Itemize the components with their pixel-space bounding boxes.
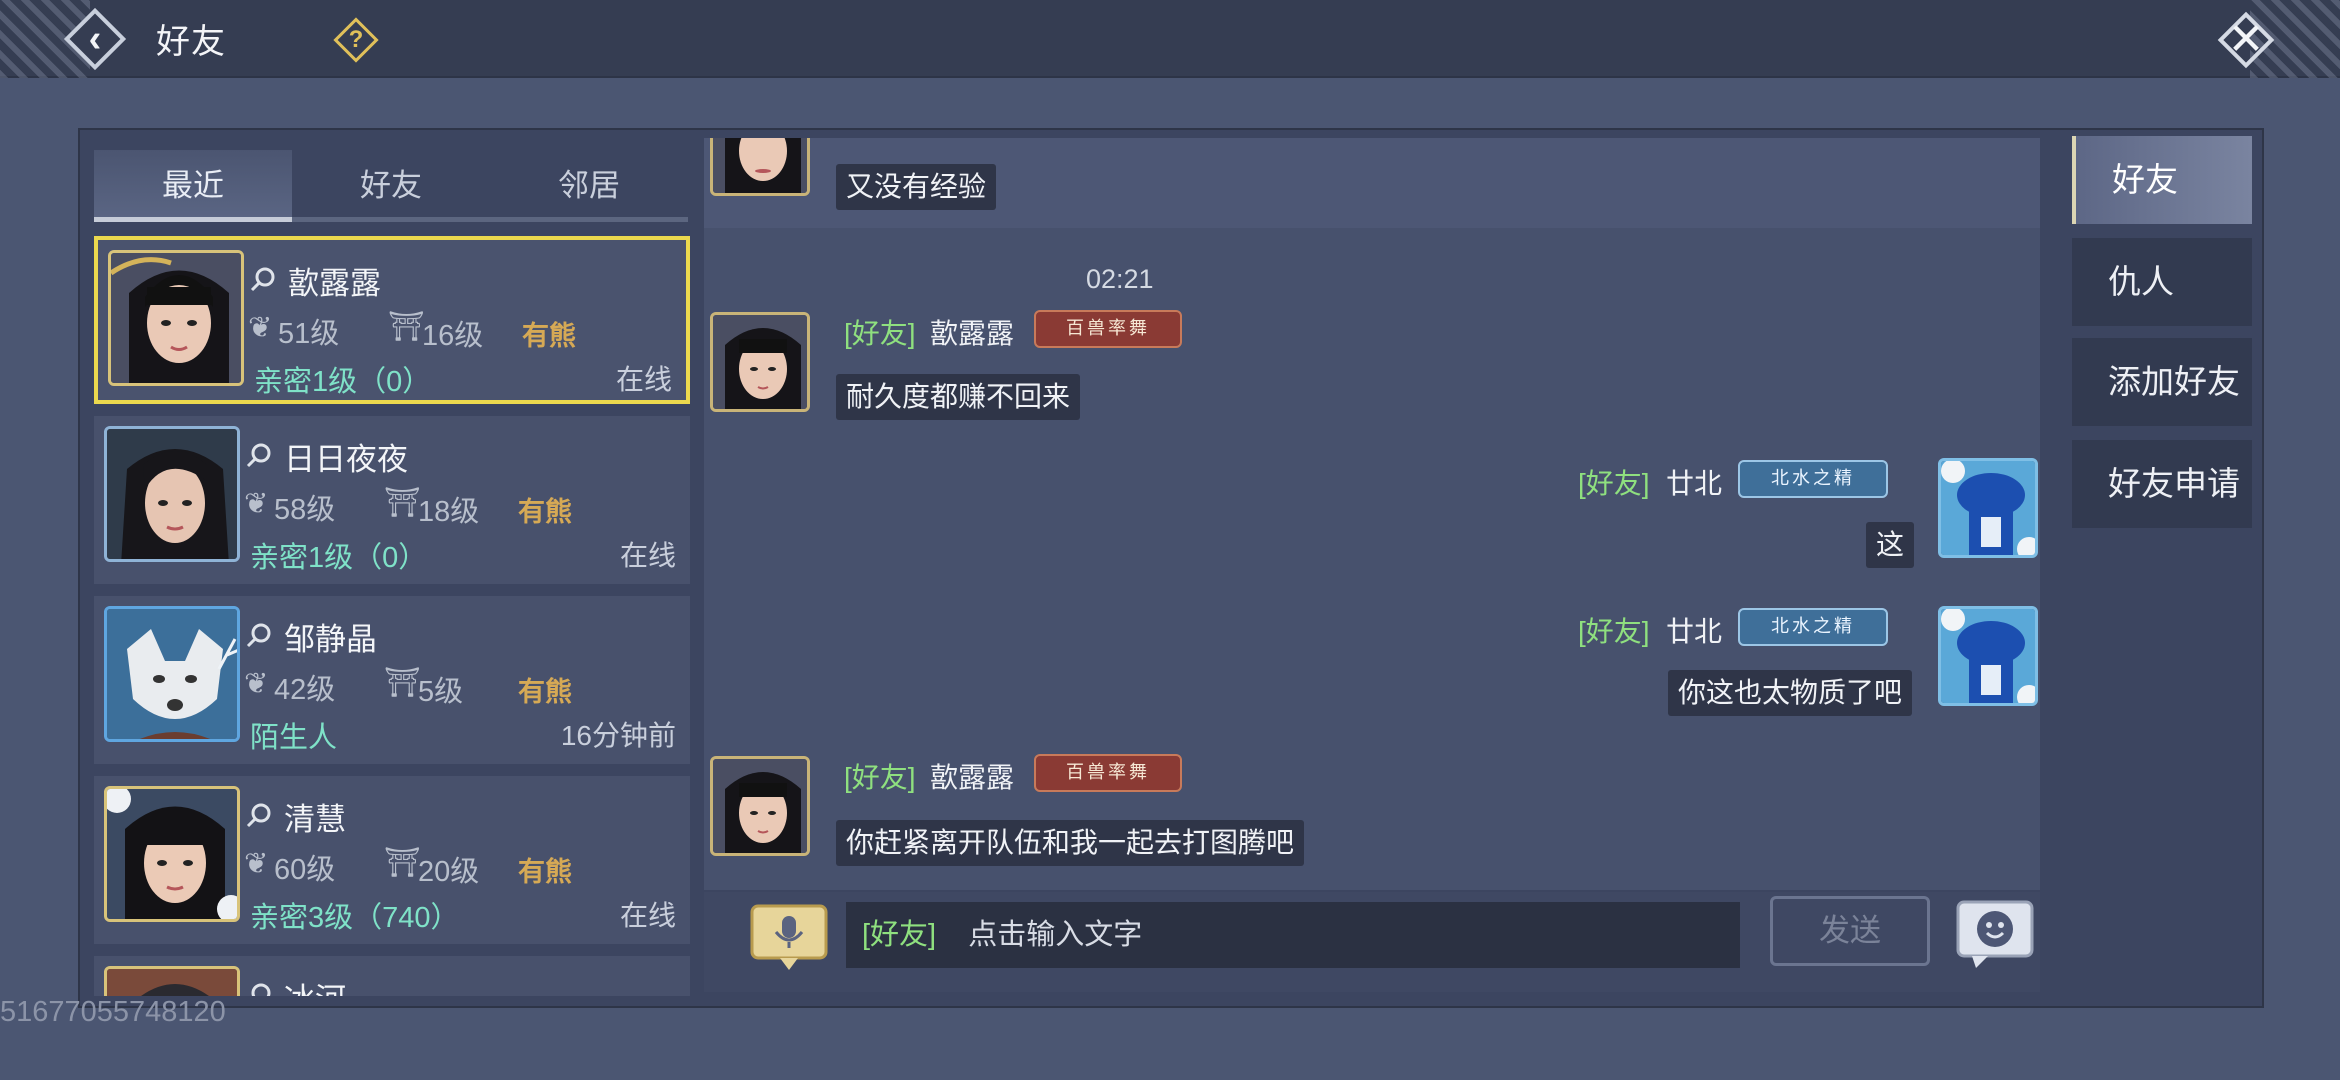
title-badge: 北水之精: [1738, 608, 1888, 646]
friend-name: 歖露露: [288, 266, 381, 301]
player-level: 42级: [274, 674, 336, 706]
search-icon: [250, 267, 275, 292]
intimacy-level: 亲密1级（0）: [254, 366, 432, 398]
search-icon: [246, 623, 271, 648]
friend-card[interactable]: 冰河: [94, 956, 690, 996]
channel-tag: [好友]: [1578, 616, 1650, 647]
house-icon: ⛩: [384, 487, 421, 519]
send-button[interactable]: 发送: [1770, 896, 1930, 966]
clan-tag: 有熊: [518, 857, 572, 887]
sender-name[interactable]: 歖露露: [930, 312, 1014, 352]
leaf-icon: ❦: [244, 848, 269, 880]
relation-label: 陌生人: [250, 722, 338, 754]
close-icon: ✕: [2227, 15, 2265, 64]
house-icon: ⛩: [384, 847, 421, 879]
avatar: [104, 426, 240, 562]
search-icon: [246, 443, 271, 468]
chat-avatar[interactable]: [710, 138, 810, 196]
avatar: [104, 606, 240, 742]
tab-friends[interactable]: 好友: [292, 150, 490, 222]
channel-tag: [好友]: [844, 318, 916, 349]
title-badge: 百兽率舞: [1034, 310, 1182, 348]
side-tab-friends[interactable]: 好友: [2072, 136, 2252, 224]
chat-messages[interactable]: 又没有经验 02:21 [好友] 歖露露 百兽率舞 耐久度都赚不回来 [好友] …: [704, 138, 2040, 890]
top-bar: ‹ 好友 ? ✕: [0, 0, 2340, 78]
avatar: [104, 786, 240, 922]
chevron-left-icon: ‹: [88, 18, 102, 60]
house-level: 16级: [422, 320, 484, 352]
house-level: 5级: [418, 676, 464, 708]
emoji-icon: [1956, 900, 2034, 968]
friend-card[interactable]: 邹静晶 ❦ 42级 ⛩ 5级 有熊 陌生人 16分钟前: [94, 596, 690, 764]
friend-name: 清慧: [284, 802, 346, 837]
sender-name[interactable]: 廿北: [1666, 610, 1722, 650]
friend-name: 日日夜夜: [284, 442, 408, 477]
online-status: 在线: [615, 364, 672, 395]
friend-card[interactable]: 歖露露 ❦ 51级 ⛩ 16级 有熊 亲密1级（0） 在线: [94, 236, 690, 404]
clan-tag: 有熊: [518, 497, 572, 527]
avatar: [108, 250, 244, 386]
chat-avatar[interactable]: [1938, 458, 2038, 558]
message-timestamp: 02:21: [1086, 264, 1154, 294]
player-level: 60级: [274, 854, 336, 886]
search-icon: [251, 983, 271, 996]
last-seen: 16分钟前: [560, 720, 676, 751]
house-icon: ⛩: [384, 667, 421, 699]
friend-card[interactable]: 清慧 ❦ 60级 ⛩ 20级 有熊 亲密3级（740） 在线: [94, 776, 690, 944]
intimacy-level: 亲密1级（0）: [250, 542, 428, 574]
intimacy-level: 亲密3级（740）: [250, 902, 460, 934]
house-level: 18级: [418, 496, 480, 528]
voice-button[interactable]: [748, 902, 830, 972]
side-tab-enemies[interactable]: 仇人: [2072, 238, 2252, 326]
player-level: 51级: [278, 318, 340, 350]
tab-neighbors[interactable]: 邻居: [490, 150, 688, 222]
input-channel-tag: [好友]: [862, 919, 937, 951]
avatar: [104, 966, 240, 996]
friend-card[interactable]: 日日夜夜 ❦ 58级 ⛩ 18级 有熊 亲密1级（0） 在线: [94, 416, 690, 584]
emoji-button[interactable]: [1954, 898, 2036, 970]
friend-name: 邹静晶: [284, 622, 377, 657]
watermark-id: 51677055748120: [0, 996, 226, 1028]
side-tab-friend-requests[interactable]: 好友申请: [2072, 440, 2252, 528]
close-button[interactable]: ✕: [2210, 4, 2282, 76]
channel-tag: [好友]: [844, 762, 916, 793]
back-button[interactable]: ‹: [62, 6, 128, 72]
chat-avatar[interactable]: [710, 756, 810, 856]
leaf-icon: ❦: [248, 312, 273, 344]
help-button[interactable]: ?: [333, 17, 379, 63]
side-tab-add-friend[interactable]: 添加好友: [2072, 338, 2252, 426]
online-status: 在线: [619, 900, 676, 931]
message-bubble: 你赶紧离开队伍和我一起去打图腾吧: [836, 820, 1305, 866]
tab-recent[interactable]: 最近: [94, 150, 292, 222]
sender-name[interactable]: 歖露露: [930, 756, 1014, 796]
online-status: 在线: [619, 540, 676, 571]
chat-input-bar: [好友] 点击输入文字 发送: [704, 892, 2040, 992]
search-icon: [246, 803, 271, 828]
house-level: 20级: [418, 856, 480, 888]
leaf-icon: ❦: [244, 668, 269, 700]
microphone-icon: [750, 904, 828, 970]
player-level: 58级: [274, 494, 336, 526]
sender-name[interactable]: 廿北: [1666, 462, 1722, 502]
message-bubble: 又没有经验: [836, 164, 997, 210]
message-bubble: 这: [1866, 522, 1915, 568]
title-badge: 北水之精: [1738, 460, 1888, 498]
message-bubble: 耐久度都赚不回来: [836, 374, 1081, 420]
house-icon: ⛩: [388, 311, 425, 343]
input-placeholder: 点击输入文字: [968, 919, 1143, 951]
clan-tag: 有熊: [518, 677, 572, 707]
friend-list[interactable]: 歖露露 ❦ 51级 ⛩ 16级 有熊 亲密1级（0） 在线 日日夜夜 ❦ 58级…: [94, 234, 690, 996]
message-bubble: 你这也太物质了吧: [1668, 670, 1913, 716]
friend-name: 冰河: [284, 974, 346, 996]
channel-tag: [好友]: [1578, 468, 1650, 499]
clan-tag: 有熊: [522, 321, 576, 351]
chat-avatar[interactable]: [710, 312, 810, 412]
chat-input[interactable]: [好友] 点击输入文字: [846, 902, 1740, 968]
leaf-icon: ❦: [244, 488, 269, 520]
page-title: 好友: [156, 23, 226, 61]
chat-avatar[interactable]: [1938, 606, 2038, 706]
friend-tabs: 最近 好友 邻居: [94, 150, 688, 222]
question-icon: ?: [348, 26, 364, 53]
title-badge: 百兽率舞: [1034, 754, 1182, 792]
